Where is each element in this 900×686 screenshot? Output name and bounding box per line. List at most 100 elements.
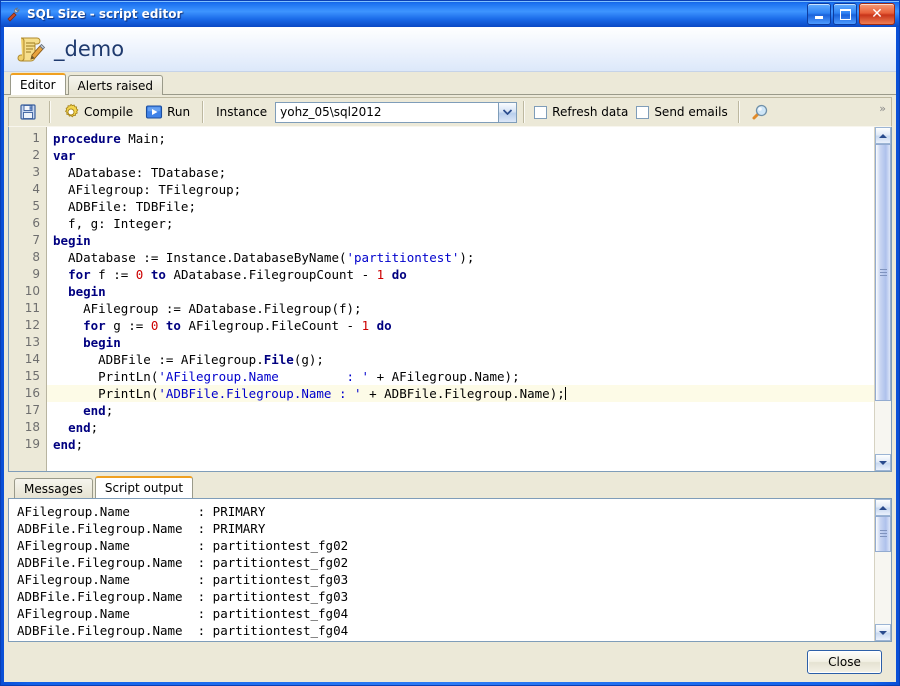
chevron-up-icon xyxy=(879,505,887,510)
line-number: 7 xyxy=(32,233,40,247)
script-edit-icon xyxy=(14,33,46,65)
checkbox-box xyxy=(534,105,548,119)
code-line: ADBFile := AFilegroup.File(g); xyxy=(53,352,324,367)
line-number: 2 xyxy=(32,148,40,162)
toolbar-separator xyxy=(49,101,50,123)
code-line: end; xyxy=(53,437,84,452)
run-button[interactable]: Run xyxy=(139,99,196,125)
line-number: 11 xyxy=(24,301,40,315)
toolbar-group-search xyxy=(741,98,779,126)
close-button[interactable]: Close xyxy=(807,650,882,674)
refresh-data-label: Refresh data xyxy=(552,105,629,119)
chevron-down-icon xyxy=(879,460,887,465)
instance-combo[interactable]: yohz_05\sql2012 xyxy=(275,101,518,123)
toolbar-separator xyxy=(202,101,204,123)
save-floppy-icon xyxy=(19,103,37,121)
grip-icon xyxy=(879,530,887,538)
gear-icon xyxy=(62,103,80,121)
code-line: end; xyxy=(68,420,99,435)
code-line: for f := 0 to ADatabase.FilegroupCount -… xyxy=(68,267,407,282)
tab-editor[interactable]: Editor xyxy=(10,73,66,95)
script-editor-window: SQL Size - script editor ✕ _demo Editor … xyxy=(0,0,900,686)
main-tabstrip: Editor Alerts raised xyxy=(4,72,896,95)
code-line: PrintLn('ADBFile.Filegroup.Name : ' + AD… xyxy=(47,385,874,402)
window-title: SQL Size - script editor xyxy=(27,7,183,21)
maximize-button[interactable] xyxy=(833,3,857,25)
line-number: 17 xyxy=(24,403,40,417)
play-icon xyxy=(145,103,163,121)
code-line: AFilegroup := ADatabase.Filegroup(f); xyxy=(53,301,362,316)
dialog-footer: Close xyxy=(4,642,896,682)
close-icon: ✕ xyxy=(871,6,883,22)
scroll-up-button[interactable] xyxy=(875,127,891,144)
scroll-thumb[interactable] xyxy=(875,516,891,552)
save-button[interactable] xyxy=(13,99,43,125)
search-button[interactable] xyxy=(745,99,775,125)
toolbar-separator xyxy=(737,101,739,123)
send-emails-checkbox[interactable]: Send emails xyxy=(632,105,731,119)
output-line: AFilegroup.Name : partitiontest_fg03 xyxy=(17,572,349,587)
output-line: ADBFile.Filegroup.Name : partitiontest_f… xyxy=(17,623,349,638)
code-line: ADatabase := Instance.DatabaseByName('pa… xyxy=(53,250,475,265)
line-number-gutter: 1 2 3 4 5 6 7 8 9 10 11 12 13 14 15 16 17 18 19 xyxy=(9,127,47,471)
checkbox-box xyxy=(636,105,650,119)
code-text-area[interactable]: procedure Main; var ADatabase: TDatabase;… xyxy=(47,127,874,471)
output-vertical-scrollbar[interactable] xyxy=(874,499,891,641)
code-line: var xyxy=(53,148,76,163)
line-number: 8 xyxy=(32,250,40,264)
code-line: begin xyxy=(83,335,121,350)
tab-alerts-raised[interactable]: Alerts raised xyxy=(67,75,164,95)
line-number: 18 xyxy=(24,420,40,434)
output-line: AFilegroup.Name : PRIMARY xyxy=(17,504,266,519)
script-output-panel: AFilegroup.Name : PRIMARY ADBFile.Filegro… xyxy=(8,498,892,642)
code-line: ADBFile: TDBFile; xyxy=(53,199,196,214)
send-emails-label: Send emails xyxy=(654,105,728,119)
code-line: end; xyxy=(83,403,114,418)
toolbar-separator xyxy=(523,101,525,123)
output-line: AFilegroup.Name : partitiontest_fg04 xyxy=(17,606,349,621)
code-line: for g := 0 to AFilegroup.FileCount - 1 d… xyxy=(83,318,392,333)
instance-value: yohz_05\sql2012 xyxy=(280,105,382,119)
scroll-thumb[interactable] xyxy=(875,144,891,402)
code-editor: 1 2 3 4 5 6 7 8 9 10 11 12 13 14 15 16 17 18 19 procedure … xyxy=(8,127,892,472)
script-output-text[interactable]: AFilegroup.Name : PRIMARY ADBFile.Filegro… xyxy=(9,499,874,641)
line-number: 5 xyxy=(32,199,40,213)
close-window-button[interactable]: ✕ xyxy=(859,3,895,25)
line-number: 15 xyxy=(24,369,40,383)
code-line: AFilegroup: TFilegroup; xyxy=(53,182,242,197)
line-number: 1 xyxy=(32,131,40,145)
output-tabstrip: Messages Script output xyxy=(8,476,892,498)
tab-script-output[interactable]: Script output xyxy=(94,476,194,498)
wrench-icon xyxy=(5,5,23,23)
editor-toolbar: Compile Run Instance yohz_05\sql2012 Ref… xyxy=(8,97,892,127)
editor-panel: Compile Run Instance yohz_05\sql2012 Ref… xyxy=(4,95,896,642)
minimize-button[interactable] xyxy=(807,3,831,25)
chevron-up-icon xyxy=(879,133,887,138)
code-line: begin xyxy=(68,284,106,299)
maximize-icon xyxy=(839,8,851,20)
page-header: _demo xyxy=(4,27,896,72)
scroll-down-button[interactable] xyxy=(875,454,891,471)
toolbar-group-file xyxy=(9,98,47,126)
scroll-track[interactable] xyxy=(875,516,891,624)
scroll-up-button[interactable] xyxy=(875,499,891,516)
tab-messages[interactable]: Messages xyxy=(14,478,93,498)
line-number: 13 xyxy=(24,335,40,349)
output-line: ADBFile.Filegroup.Name : partitiontest_f… xyxy=(17,555,349,570)
line-number: 12 xyxy=(24,318,40,332)
compile-label: Compile xyxy=(84,105,134,119)
refresh-data-checkbox[interactable]: Refresh data xyxy=(530,105,632,119)
output-line: ADBFile.Filegroup.Name : partitiontest_f… xyxy=(17,589,349,604)
editor-vertical-scrollbar[interactable] xyxy=(874,127,891,471)
title-bar: SQL Size - script editor ✕ xyxy=(1,1,899,27)
scroll-track[interactable] xyxy=(875,144,891,454)
output-line: AFilegroup.Name : partitiontest_fg02 xyxy=(17,538,349,553)
toolbar-overflow-chevron[interactable]: » xyxy=(879,102,886,115)
scroll-down-button[interactable] xyxy=(875,624,891,641)
chevron-down-icon[interactable] xyxy=(498,102,517,122)
line-number: 10 xyxy=(24,284,40,298)
magnifier-icon xyxy=(751,103,769,121)
compile-button[interactable]: Compile xyxy=(56,99,139,125)
code-line: ADatabase: TDatabase; xyxy=(53,165,227,180)
minimize-icon xyxy=(815,15,823,19)
